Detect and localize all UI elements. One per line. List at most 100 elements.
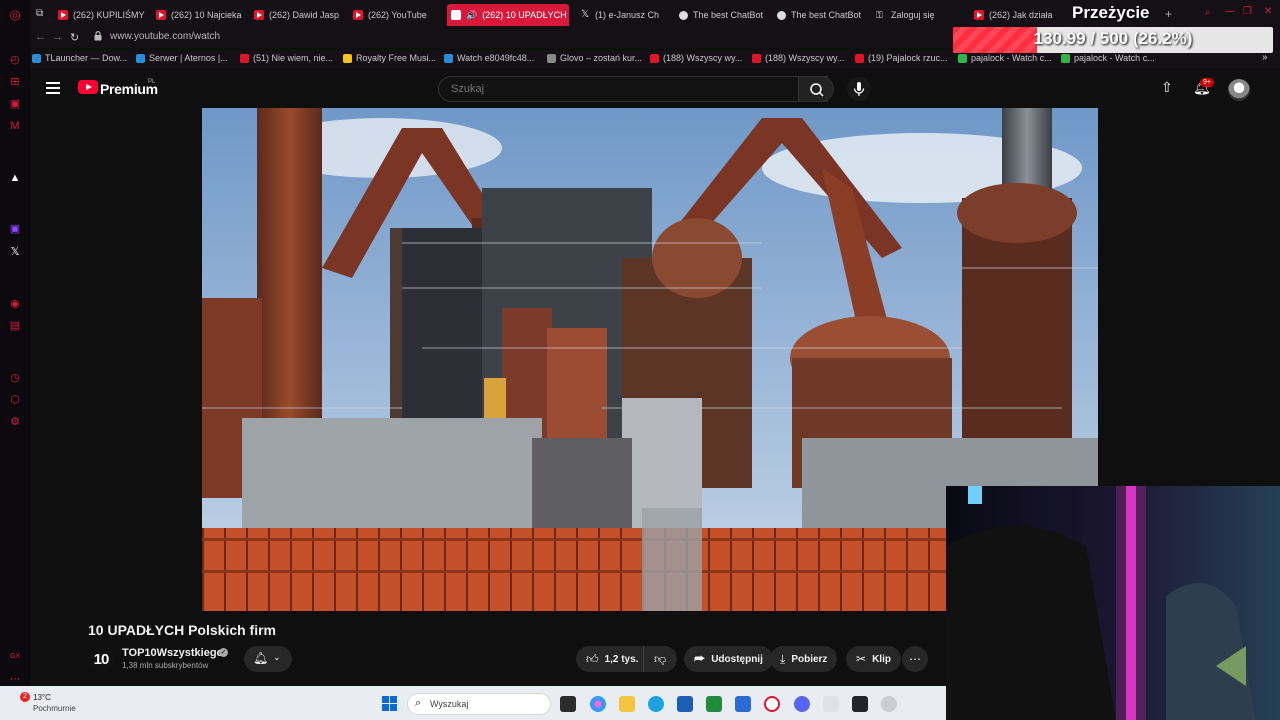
tab-label: The best ChatBot: [693, 10, 764, 20]
bookmark-label: Glovo – zostań kur...: [560, 53, 643, 63]
x-sidebar-icon[interactable]: 𝕏: [8, 245, 22, 259]
weather-alert-badge[interactable]: 2: [20, 692, 30, 702]
lock-icon: [94, 31, 102, 41]
gx-store-icon[interactable]: ⊞: [8, 75, 22, 89]
tab-active[interactable]: 🔊(262) 10 UPADŁYCH✕: [447, 4, 569, 26]
voice-search-button[interactable]: [847, 77, 871, 101]
channel-avatar[interactable]: 10: [88, 647, 114, 673]
search-button[interactable]: [798, 76, 834, 102]
opera-gx-logo-icon[interactable]: ◎: [8, 8, 22, 22]
search-box[interactable]: [438, 76, 828, 102]
music-icon: [343, 53, 352, 63]
share-button[interactable]: ⮫ Udostępnij: [684, 646, 773, 672]
bookmark-label: pajalock - Watch c...: [971, 53, 1052, 63]
twitch-sidebar-icon[interactable]: ▣: [8, 97, 22, 111]
player-icon[interactable]: ◉: [8, 297, 22, 311]
youtube-icon: [240, 53, 249, 63]
bookmark-item[interactable]: Watch e8049fc48...: [444, 53, 534, 63]
user-avatar[interactable]: [1228, 79, 1250, 101]
back-arrow-icon[interactable]: ←: [35, 31, 46, 43]
tab[interactable]: (262) YouTube: [349, 4, 445, 26]
tab[interactable]: (262) Dawid Jasp: [250, 4, 346, 26]
minimize-window-button[interactable]: —: [1225, 6, 1235, 17]
bookmark-item[interactable]: Royalty Free Musi...: [343, 53, 436, 63]
tab[interactable]: ⚿ Zaloguj się: [872, 4, 968, 26]
tab[interactable]: (262) 10 Najcieka: [152, 4, 248, 26]
dislike-button[interactable]: 👎︎: [643, 646, 677, 672]
bookmark-item[interactable]: Glovo – zostań kur...: [547, 53, 642, 63]
tab-label: (262) 10 Najcieka: [171, 10, 242, 20]
tab[interactable]: (262) KUPILIŚMY: [54, 4, 150, 26]
aria-icon[interactable]: ▲: [8, 171, 22, 185]
menu-hamburger-icon[interactable]: [46, 82, 60, 94]
gx-control-icon[interactable]: ◴: [8, 53, 22, 67]
upload-icon[interactable]: ⇧: [1161, 79, 1173, 96]
excel-icon[interactable]: [706, 696, 722, 712]
youtube-icon: [451, 10, 461, 20]
bookmark-item[interactable]: Serwer | Aternos |...: [136, 53, 228, 63]
tab[interactable]: (262) Jak działa: [970, 4, 1058, 26]
store-icon[interactable]: [677, 696, 693, 712]
more-actions-button[interactable]: ⋯: [902, 646, 928, 672]
file-explorer-icon[interactable]: [619, 696, 635, 712]
youtube-logo-icon[interactable]: [78, 80, 98, 94]
maximize-window-button[interactable]: ❐: [1243, 6, 1252, 17]
clip-button[interactable]: ✂ Klip: [846, 646, 901, 672]
bookmark-item[interactable]: pajalock - Watch c...: [958, 53, 1052, 63]
history-icon[interactable]: ◷: [8, 371, 22, 385]
gx-corner-icon[interactable]: GX: [8, 650, 22, 664]
audio-playing-icon[interactable]: 🔊: [466, 10, 477, 21]
weather-description[interactable]: Pochmurnie: [33, 704, 76, 713]
tab[interactable]: 𝕏 (1) e-Janusz Ch: [576, 4, 672, 26]
twitch-icon[interactable]: ▣: [8, 222, 22, 236]
subscriber-count: 1,38 mln subskrybentów: [122, 661, 209, 670]
download-icon: ⤓: [780, 651, 786, 666]
reload-icon[interactable]: ↻: [70, 31, 79, 44]
youtube-icon: [254, 10, 264, 20]
overlay-title: Przeżycie: [1072, 3, 1150, 22]
extensions-icon[interactable]: ⬡: [8, 393, 22, 407]
tab[interactable]: The best ChatBot: [675, 4, 771, 26]
download-button[interactable]: ⤓ Pobierz: [770, 646, 838, 672]
bookmark-label: TLauncher — Dow...: [45, 53, 128, 63]
taskbar-search[interactable]: ⌕ Wyszukaj: [407, 693, 551, 715]
bookmark-item[interactable]: pajalock - Watch c...: [1061, 53, 1155, 63]
close-window-button[interactable]: ✕: [1264, 6, 1272, 17]
url-field[interactable]: www.youtube.com/watch: [110, 31, 220, 42]
more-options-icon[interactable]: ⋯: [8, 672, 22, 686]
settings-gear-icon[interactable]: ⚙: [8, 415, 22, 429]
bookmark-item[interactable]: (51) Nie wiem, nie...: [240, 53, 333, 63]
download-label: Pobierz: [791, 653, 828, 665]
weather-temperature[interactable]: 13°C: [33, 693, 51, 702]
copilot-icon[interactable]: [590, 696, 606, 712]
opera-gx-taskbar-icon[interactable]: [764, 696, 780, 712]
bookmark-label: (188) Wszyscy wy...: [765, 53, 845, 63]
bookmark-item[interactable]: TLauncher — Dow...: [32, 53, 127, 63]
tab[interactable]: The best ChatBot: [773, 4, 869, 26]
windows-start-button[interactable]: [382, 696, 398, 712]
bookmark-item[interactable]: (188) Wszyscy wy...: [752, 53, 844, 63]
bookmark-item[interactable]: (19) Pajalock rzuc...: [855, 53, 948, 63]
messenger-sidebar-icon[interactable]: M: [8, 119, 22, 133]
wallet-icon[interactable]: ▤: [8, 319, 22, 333]
forward-arrow-icon[interactable]: →: [52, 31, 63, 43]
verified-check-icon: ✓: [219, 648, 228, 657]
channel-name[interactable]: TOP10Wszystkiego: [122, 647, 223, 659]
xbox-icon[interactable]: [852, 696, 868, 712]
workspaces-icon[interactable]: ⧉: [36, 8, 43, 19]
taskbar-app-icon[interactable]: [881, 696, 897, 712]
new-tab-button[interactable]: +: [1165, 7, 1172, 21]
search-input[interactable]: [451, 83, 751, 95]
search-icon: ⌕: [415, 697, 422, 709]
bookmark-item[interactable]: (188) Wszyscy wy...: [650, 53, 742, 63]
search-tabs-icon[interactable]: ⌕: [1205, 7, 1211, 18]
discord-icon[interactable]: [794, 696, 810, 712]
taskbar-app-icon[interactable]: [823, 696, 839, 712]
bookmarks-more-chevron-icon[interactable]: »: [1262, 52, 1268, 63]
task-view-icon[interactable]: [560, 696, 576, 712]
edge-icon[interactable]: [648, 696, 664, 712]
bookmark-label: Watch e8049fc48...: [457, 53, 535, 63]
subscription-bell-button[interactable]: 🔔︎ ⌄: [244, 646, 292, 672]
visual-studio-icon[interactable]: [735, 696, 751, 712]
scissors-icon: ✂: [856, 652, 867, 666]
